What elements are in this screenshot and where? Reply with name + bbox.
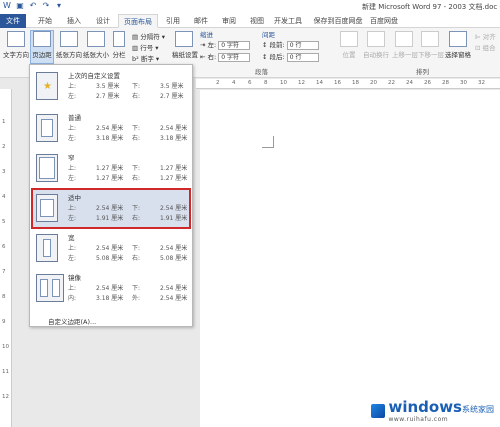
margin-corner-mark [262, 136, 274, 148]
spacing-after-input[interactable]: 0 行 [286, 52, 319, 62]
send-backward-button[interactable]: 下移一层 [418, 31, 444, 59]
send-backward-icon [421, 31, 439, 47]
position-button[interactable]: 位置 [338, 31, 360, 59]
margin-option-wide[interactable]: 宽 上: 2.54 厘米 下: 2.54 厘米 左: 5.08 厘米 右: 5.08 厘米 [32, 229, 190, 269]
margin-option-normal[interactable]: 普通 上: 2.54 厘米 下: 2.54 厘米 左: 3.18 厘米 右: 3.18 厘米 [32, 109, 190, 149]
horizontal-ruler[interactable]: 2 4 6 8 10 12 14 16 18 20 22 24 26 28 30 32 [196, 79, 500, 89]
tab-design[interactable]: 设计 [92, 14, 114, 28]
selection-pane-icon [449, 31, 467, 47]
spacing-after: ↕ 段后: 0 行 [262, 51, 319, 62]
tab-review[interactable]: 审阅 [218, 14, 240, 28]
draft-settings-button[interactable]: 稿纸设置 [172, 31, 198, 59]
tab-developer[interactable]: 开发工具 [272, 14, 304, 28]
columns-icon [113, 31, 125, 47]
tab-page-layout[interactable]: 页面布局 [118, 14, 158, 28]
margin-option-last-custom[interactable]: ★ 上次的自定义设置 上: 3.5 厘米 下: 3.5 厘米 左: 2.7 厘米 右: 2.… [32, 67, 190, 107]
arrange-group-label: 排列 [416, 68, 429, 76]
word-logo-icon: W [3, 1, 11, 10]
spacing-before-input[interactable]: 0 行 [286, 40, 319, 50]
save-icon[interactable]: ▣ [15, 1, 25, 11]
mirrored-margin-icon [36, 274, 64, 302]
margin-option-mirrored[interactable]: 镜像 上: 2.54 厘米 下: 2.54 厘米 内: 3.18 厘米 外: 2.54 厘米 [32, 269, 190, 309]
window-title: 新建 Microsoft Word 97 - 2003 文档.doc - Wor… [362, 3, 500, 11]
customize-qat-icon[interactable]: ▾ [54, 1, 64, 11]
vertical-ruler[interactable]: 1 2 3 4 5 6 7 8 9 10 11 12 [0, 89, 12, 427]
custom-margins-button[interactable]: 自定义边距(A)... [48, 316, 96, 326]
indent-right: ⇤ 右: 0 字符 [200, 51, 251, 62]
size-button[interactable]: 纸张大小 [83, 31, 109, 59]
align-button[interactable]: ⊫ 对齐 [475, 31, 496, 41]
paper-size-icon [87, 31, 105, 47]
wrap-text-icon [367, 31, 385, 47]
tab-insert[interactable]: 插入 [63, 14, 85, 28]
position-icon [340, 31, 358, 47]
margins-icon [33, 31, 51, 47]
tab-save-baidu[interactable]: 保存到百度网盘 [310, 14, 366, 28]
ribbon-tabs: 文件 开始 插入 设计 页面布局 引用 邮件 审阅 视图 开发工具 保存到百度网… [0, 14, 500, 28]
indent-right-input[interactable]: 0 字符 [218, 52, 251, 62]
tab-references[interactable]: 引用 [162, 14, 184, 28]
text-direction-icon [7, 31, 25, 47]
line-numbers-button[interactable]: ▥ 行号 ▾ [132, 42, 159, 52]
bring-forward-button[interactable]: 上移一层 [392, 31, 418, 59]
windows-logo-icon [371, 403, 386, 418]
undo-icon[interactable]: ↶ [28, 1, 38, 11]
wide-margin-icon [36, 234, 58, 262]
narrow-margin-icon [36, 154, 58, 182]
redo-icon[interactable]: ↷ [41, 1, 51, 11]
paragraph-group-label: 段落 [255, 68, 268, 76]
margin-option-narrow[interactable]: 窄 上: 1.27 厘米 下: 1.27 厘米 左: 1.27 厘米 右: 1.27 厘米 [32, 149, 190, 189]
moderate-highlight-box [31, 188, 191, 229]
watermark-url: www.ruihafu.com [388, 416, 449, 423]
group-button[interactable]: ⊡ 组合 [475, 42, 496, 52]
normal-margin-icon [36, 114, 58, 142]
text-direction-button[interactable]: 文字方向 [3, 31, 29, 59]
indent-label: 缩进 [200, 31, 213, 39]
wrap-text-button[interactable]: 自动换行 [362, 31, 390, 59]
tab-home[interactable]: 开始 [34, 14, 56, 28]
indent-left-input[interactable]: 0 字符 [218, 40, 251, 50]
watermark-brand: windows [388, 398, 462, 416]
document-page[interactable] [200, 90, 500, 427]
hyphenation-button[interactable]: b² 断字 ▾ [132, 53, 159, 63]
quick-access-toolbar: W ▣ ↶ ↷ ▾ [2, 1, 64, 11]
spacing-before: ↕ 段前: 0 行 [262, 39, 319, 50]
draft-paper-icon [175, 31, 193, 47]
columns-button[interactable]: 分栏 [110, 31, 128, 59]
orientation-icon [60, 31, 78, 47]
watermark: windows系统家园 www.ruihafu.com [371, 398, 494, 423]
tab-mailings[interactable]: 邮件 [190, 14, 212, 28]
spacing-label: 间距 [262, 31, 275, 39]
tab-file[interactable]: 文件 [0, 14, 26, 28]
orientation-button[interactable]: 纸张方向 [56, 31, 82, 59]
last-custom-margin-icon: ★ [36, 72, 58, 100]
breaks-button[interactable]: ▤ 分隔符 ▾ [132, 31, 165, 41]
tab-baidu[interactable]: 百度网盘 [368, 14, 400, 28]
tab-view[interactable]: 视图 [246, 14, 268, 28]
margins-button[interactable]: 页边距 [30, 30, 54, 64]
title-bar: W ▣ ↶ ↷ ▾ 新建 Microsoft Word 97 - 2003 文档… [0, 0, 500, 14]
watermark-suffix: 系统家园 [462, 405, 494, 414]
indent-left: ⇥ 左: 0 字符 [200, 39, 251, 50]
star-icon: ★ [43, 81, 52, 92]
selection-pane-button[interactable]: 选择窗格 [444, 31, 472, 59]
bring-forward-icon [395, 31, 413, 47]
